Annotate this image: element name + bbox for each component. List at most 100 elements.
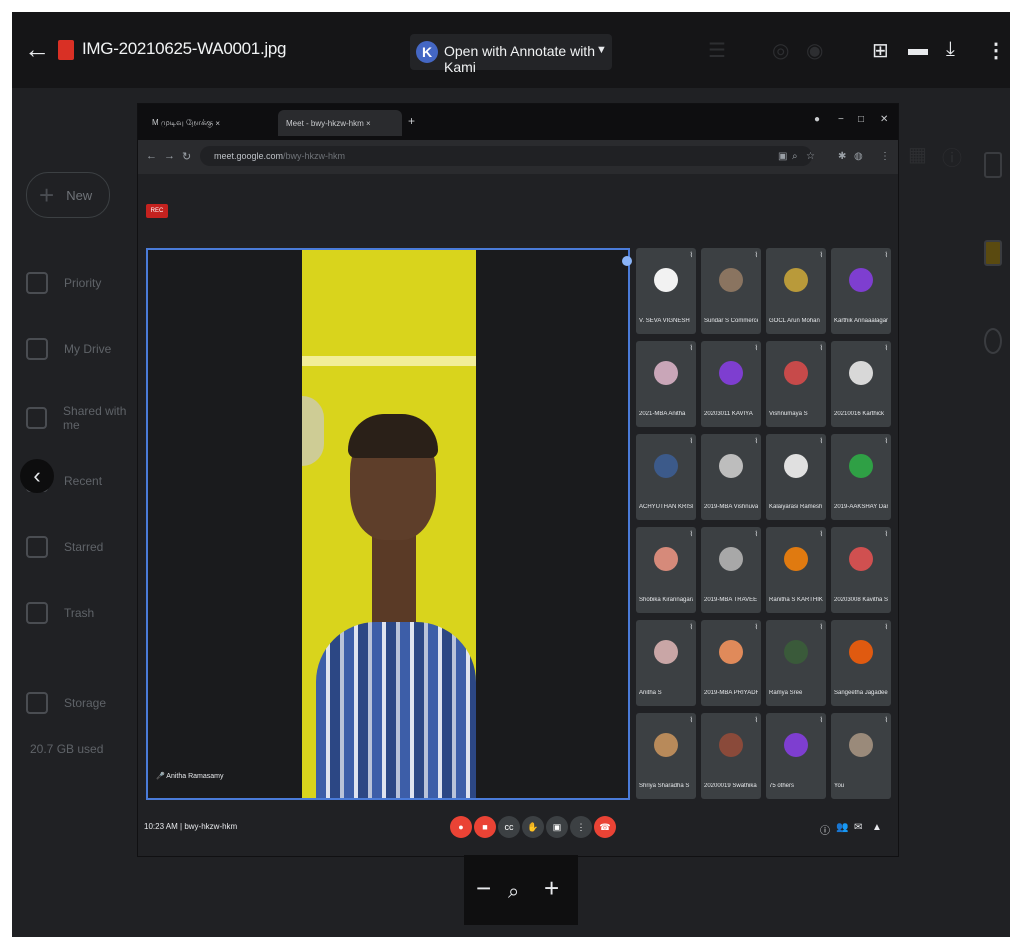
browser-tab-2[interactable]: Meet - bwy-hkzw-hkm × <box>278 110 402 136</box>
participant-tile[interactable]: ⌇ Sangeetha Jagadeesan <box>831 620 891 706</box>
drive-item-my-drive[interactable]: My Drive <box>26 338 111 360</box>
participant-name: 2019-AAKSHAY Daniel <box>834 504 888 510</box>
drive-item-trash[interactable]: Trash <box>26 602 94 624</box>
open-with-button[interactable]: K Open with Annotate with Kami ▼ <box>410 34 612 75</box>
arrow-left-icon[interactable]: ← <box>24 36 50 62</box>
end-call-icon[interactable]: ☎ <box>594 816 616 838</box>
more-vert-icon[interactable]: ⋮ <box>986 38 1006 63</box>
drive-item-storage[interactable]: Storage <box>26 692 106 714</box>
url-host: meet.google.com <box>214 151 284 161</box>
participant-tile[interactable]: ⌇ 2019-AAKSHAY Daniel <box>831 434 891 520</box>
participant-tile[interactable]: ⌇ 20203008 Kavitha S <box>831 527 891 613</box>
info-icon[interactable]: ⓘ <box>820 822 830 837</box>
participant-tile[interactable]: ⌇ 2019-MBA Vishnuvar <box>701 434 761 520</box>
avatar <box>654 640 678 664</box>
avatar[interactable]: ◍ <box>854 151 863 162</box>
reload-icon[interactable]: ↻ <box>182 150 191 163</box>
chat-icon[interactable]: ✉ <box>854 822 862 833</box>
forward-icon[interactable]: → <box>164 150 175 162</box>
participant-tile[interactable]: ⌇ Ranitha S KARTHIK <box>766 527 826 613</box>
present-icon[interactable]: ▣ <box>546 816 568 838</box>
participant-tile[interactable]: ⌇ Sundar S Commerce <box>701 248 761 334</box>
avatar <box>784 547 808 571</box>
browser-tab-1[interactable]: M முடிவு நோக்கு × <box>144 110 274 136</box>
minimize-icon[interactable]: − <box>838 114 844 125</box>
storage-text: 20.7 GB used <box>30 742 104 756</box>
zoom-icon[interactable]: ⌕ <box>792 151 798 162</box>
participant-tile[interactable]: ⌇ Ramya Sree <box>766 620 826 706</box>
back-icon[interactable]: ← <box>146 150 157 162</box>
participant-tile[interactable]: ⌇ V. SEVA VIGNESH <box>636 248 696 334</box>
participant-tile[interactable]: ⌇ GOCL Arun Mohan <box>766 248 826 334</box>
participant-tile[interactable]: ⌇ Karthik Annaaalagan <box>831 248 891 334</box>
avatar <box>654 733 678 757</box>
drive-item-label: Storage <box>64 696 107 710</box>
cam-off-icon[interactable]: ■ <box>474 816 496 838</box>
chevron-left-icon[interactable]: ‹ <box>20 459 54 493</box>
wall-object <box>302 396 324 466</box>
participant-name: Shriya Sharadha S <box>639 783 690 789</box>
mic-off-icon[interactable]: ● <box>450 816 472 838</box>
participant-tile[interactable]: ⌇ 2021-MBA Anitha <box>636 341 696 427</box>
participant-tile[interactable]: ⌇ 20200019 Swathika <box>701 713 761 799</box>
participant-name: Anitha S <box>639 690 662 696</box>
participant-name: 75 others <box>769 783 795 789</box>
more-options-icon[interactable]: ⋮ <box>570 816 592 838</box>
participant-tile[interactable]: ⌇ Shobika Kirannagarajan <box>636 527 696 613</box>
captions-icon[interactable]: cc <box>498 816 520 838</box>
drive-item-priority[interactable]: Priority <box>26 272 101 294</box>
bookmark-star-icon[interactable]: ☆ <box>806 151 815 162</box>
zoom-out-button[interactable]: − <box>476 875 491 901</box>
participant-tile[interactable]: ⌇ Kalaiyarasi Ramesh <box>766 434 826 520</box>
print-icon[interactable]: ▬ <box>908 38 928 61</box>
participant-tile[interactable]: ⌇ Shriya Sharadha S <box>636 713 696 799</box>
close-icon[interactable]: × <box>366 119 371 128</box>
participant-tile[interactable]: ⌇ 20203011 KAVIYA <box>701 341 761 427</box>
tab-label: Meet - bwy-hkzw-hkm <box>286 118 364 128</box>
caret-down-icon[interactable]: ▼ <box>596 44 607 56</box>
maximize-icon[interactable]: □ <box>858 114 864 125</box>
raise-hand-icon[interactable]: ✋ <box>522 816 544 838</box>
pin-icon[interactable] <box>622 256 632 266</box>
participant-tile[interactable]: ⌇ 75 others <box>766 713 826 799</box>
new-button[interactable]: + New <box>26 172 110 218</box>
profile-icon[interactable]: ● <box>814 114 820 125</box>
participant-name: Ramya Sree <box>769 690 803 696</box>
drive-item-shared[interactable]: Shared with me <box>26 404 142 432</box>
participant-tile[interactable]: ⌇ 2019-MBA TRAVEE <box>701 527 761 613</box>
participant-tile[interactable]: ⌇ 20210016 Karthick <box>831 341 891 427</box>
recording-badge: REC <box>146 204 168 218</box>
participant-name: GOCL Arun Mohan <box>769 318 820 324</box>
close-icon[interactable]: × <box>215 119 220 128</box>
participant-tile[interactable]: ⌇ 2019-MBA PRIYADH <box>701 620 761 706</box>
participant-name: Kalaiyarasi Ramesh <box>769 504 823 510</box>
download-icon[interactable]: ⤓ <box>946 38 955 61</box>
main-video-tile[interactable]: 🎤 Anitha Ramasamy <box>146 248 632 800</box>
avatar <box>654 268 678 292</box>
extension-icon[interactable]: ✱ <box>838 151 846 162</box>
camera-icon[interactable]: ▣ <box>778 151 787 162</box>
participant-name: Sangeetha Jagadeesan <box>834 690 888 696</box>
people-icon <box>26 407 48 429</box>
drive-item-starred[interactable]: Starred <box>26 536 103 558</box>
participant-tile[interactable]: ⌇ ACHYUTHAN KRISH <box>636 434 696 520</box>
people-icon[interactable]: 👥 <box>836 822 848 833</box>
mic-muted-icon: ⌇ <box>754 717 758 724</box>
close-window-icon[interactable]: ✕ <box>880 114 888 125</box>
participant-name: 20200019 Swathika <box>704 783 757 789</box>
zoom-in-button[interactable]: + <box>544 875 559 901</box>
avatar <box>654 454 678 478</box>
browser-menu-icon[interactable]: ⋮ <box>880 151 890 162</box>
activities-icon[interactable]: ▲ <box>872 822 882 833</box>
url-field[interactable]: meet.google.com/bwy-hkzw-hkm <box>200 146 812 166</box>
mic-muted-icon: ⌇ <box>754 345 758 352</box>
mic-muted-icon: ⌇ <box>884 717 888 724</box>
add-to-drive-icon[interactable]: ⊞ <box>872 38 889 63</box>
magnifier-icon[interactable]: ⌕ <box>508 879 519 905</box>
new-tab-icon[interactable]: + <box>408 114 415 128</box>
image-preview: M முடிவு நோக்கு × Meet - bwy-hkzw-hkm × … <box>138 104 898 856</box>
participant-tile[interactable]: ⌇ Vishnumaya S <box>766 341 826 427</box>
participant-tile[interactable]: ⌇ You <box>831 713 891 799</box>
participant-tile[interactable]: ⌇ Anitha S <box>636 620 696 706</box>
mic-muted-icon: ⌇ <box>819 345 823 352</box>
